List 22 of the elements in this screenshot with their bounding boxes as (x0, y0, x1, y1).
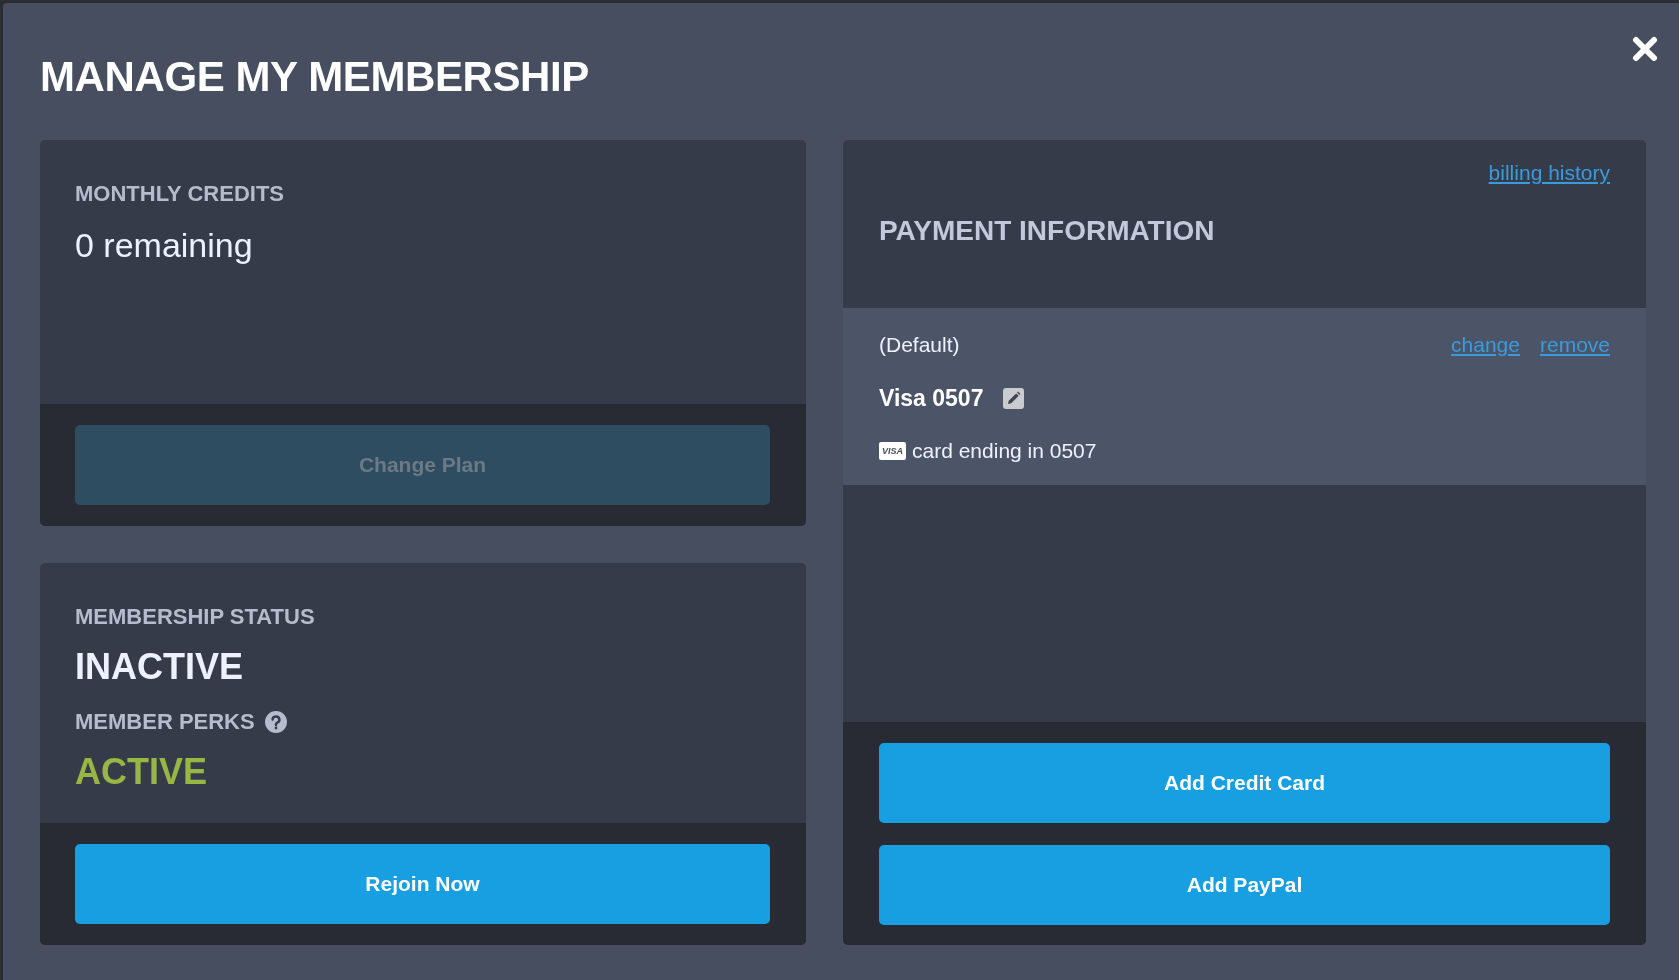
credits-label: MONTHLY CREDITS (75, 181, 285, 207)
add-payment-button[interactable]: Add PayPal (879, 845, 1610, 925)
status-label: MEMBER PERKS (75, 709, 255, 735)
card-action-link[interactable]: remove (1539, 332, 1610, 358)
default-tag: (Default) (879, 332, 960, 358)
help-icon[interactable] (264, 711, 287, 733)
credits-value: 0 remaining (75, 225, 253, 265)
close-button[interactable] (1632, 36, 1658, 62)
card-brand-badge: VISA (879, 442, 906, 460)
status-value: ACTIVE (75, 750, 207, 794)
status-label: MEMBERSHIP STATUS (75, 604, 315, 630)
pencil-icon[interactable] (1003, 387, 1025, 409)
dialog-title: MANAGE MY MEMBERSHIP (40, 55, 589, 99)
payment-title: PAYMENT INFORMATION (879, 214, 1215, 248)
billing-history-link[interactable]: billing history (1488, 160, 1610, 186)
rejoin-button[interactable]: Rejoin Now (75, 844, 770, 924)
card-name: Visa 0507 (879, 384, 984, 412)
add-payment-button[interactable]: Add Credit Card (879, 743, 1610, 823)
close-icon (1632, 36, 1658, 62)
card-detail: card ending in 0507 (912, 438, 1097, 464)
card-action-link[interactable]: change (1451, 332, 1520, 358)
status-value: INACTIVE (75, 645, 243, 689)
